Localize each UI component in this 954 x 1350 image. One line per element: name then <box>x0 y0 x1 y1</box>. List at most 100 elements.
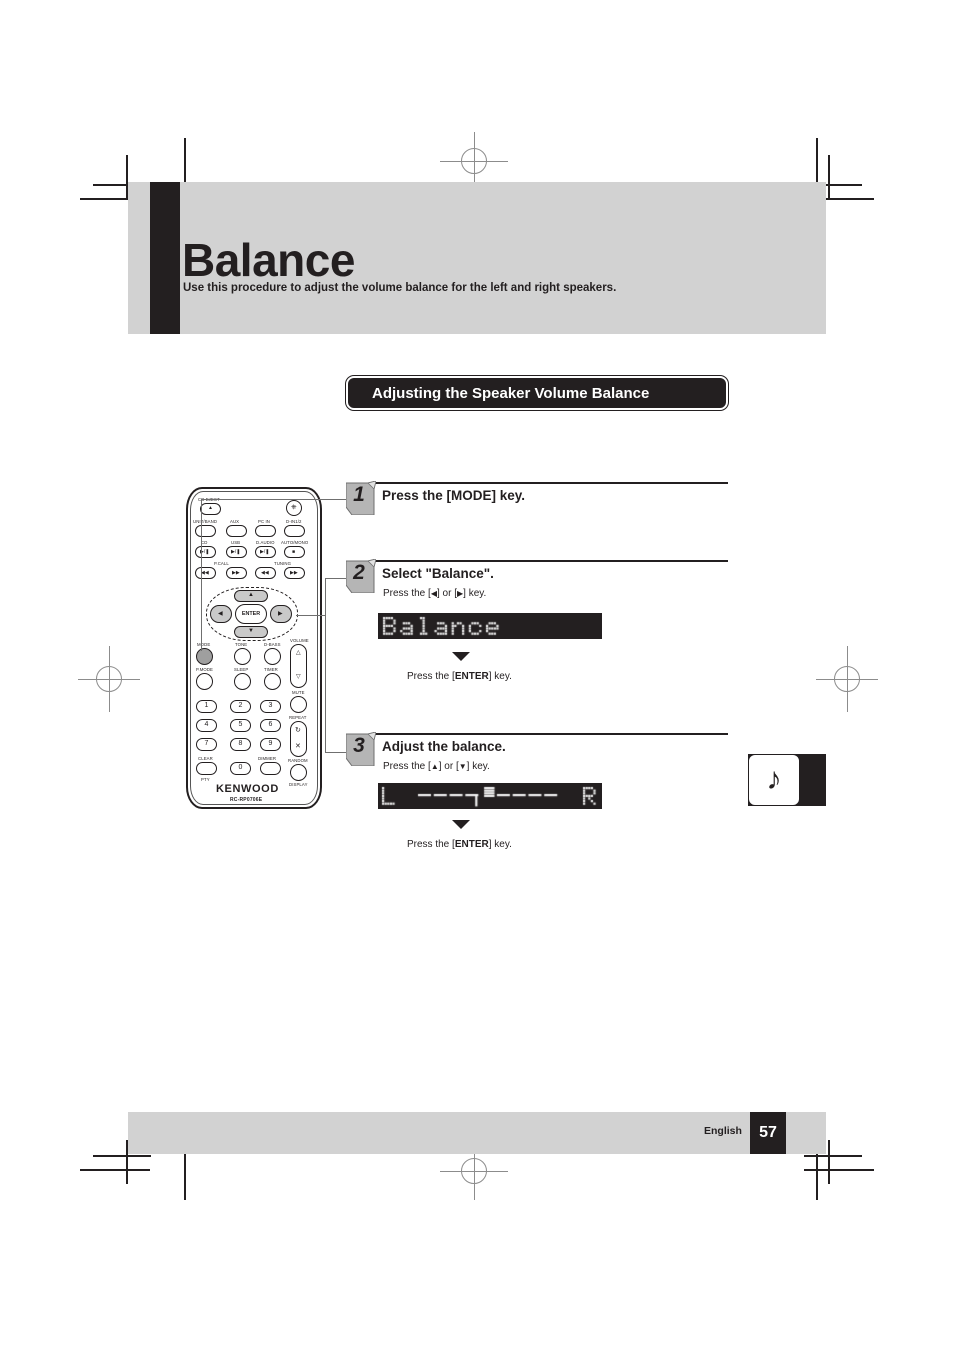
remote-key-9: 9 <box>268 740 273 747</box>
footer-language: English <box>704 1125 742 1137</box>
page-title: Balance <box>182 233 355 286</box>
crop-mark-bottom-right-h <box>804 1155 862 1157</box>
remote-label-dimmer: DIMMER <box>258 756 277 761</box>
footer-page-number: 57 <box>759 1124 777 1141</box>
remote-label-pc-in: PC IN <box>258 519 270 524</box>
remote-label-timer: TIMER <box>264 667 278 672</box>
step-3-instruction: Press the [▲] or [▼] key. <box>383 761 490 772</box>
crop-mark-bottom-right-v2 <box>828 1140 830 1184</box>
step-2-rule <box>374 560 728 562</box>
connector-mode-to-step1-v <box>201 499 203 651</box>
remote-button-pmode[interactable] <box>196 673 213 690</box>
remote-label-d-in: D-IN1/2 <box>286 519 302 524</box>
arrow-up-icon: ▲ <box>430 762 439 771</box>
arrow-right-icon: ▶ <box>278 611 283 617</box>
step-2-instruction-pre: Press the [ <box>383 588 431 599</box>
step-3-enter-note: Press the [ENTER] key. <box>407 839 512 850</box>
step-3-enter-post: ] key. <box>488 839 512 850</box>
remote-key-4: 4 <box>204 721 209 728</box>
remote-label-clear: CLEAR <box>198 756 213 761</box>
remote-button-mode[interactable] <box>196 648 213 665</box>
tune-down-icon: ◀◀ <box>261 570 269 576</box>
remote-label-auto-mono: AUTO/MONO <box>281 540 309 545</box>
remote-label-d-bass: D-BASS <box>264 642 281 647</box>
shuffle-icon: ✕ <box>295 743 301 750</box>
step-2-enter-note: Press the [ENTER] key. <box>407 671 512 682</box>
remote-button-mute[interactable] <box>290 696 307 713</box>
connector-pad-to-steps-h <box>296 615 326 617</box>
remote-key-1: 1 <box>204 702 209 709</box>
arrow-down-icon: ▼ <box>458 762 467 771</box>
step-3-badge: 3 <box>346 732 376 766</box>
step-2-number: 2 <box>353 561 365 584</box>
step-3-instruction-pre: Press the [ <box>383 761 431 772</box>
step-2-instruction-post: ] key. <box>463 588 487 599</box>
remote-button-d-bass[interactable] <box>264 648 281 665</box>
step-3-lcd-display <box>378 783 602 809</box>
remote-label-tuning: TUNING <box>274 561 292 566</box>
footer-page-box: 57 <box>750 1112 786 1154</box>
crop-mark-bottom-left-h2 <box>80 1169 150 1171</box>
play-pause-icon: ▶/❚ <box>260 549 270 555</box>
step-3-enter-key: ENTER <box>454 839 489 850</box>
remote-label-volume: VOLUME <box>290 638 309 643</box>
remote-key-6: 6 <box>268 721 273 728</box>
remote-label-pty: PTY <box>201 777 210 782</box>
step-1-rule <box>374 482 728 484</box>
remote-button-tone[interactable] <box>234 648 251 665</box>
remote-control-illustration: CD EJECT ▲ ⎈ UNIT/BAND AUX PC IN D-IN1/2… <box>186 487 322 809</box>
step-1-number: 1 <box>353 483 365 506</box>
step-3-number: 3 <box>353 734 365 757</box>
repeat-icon: ↻ <box>295 727 301 734</box>
remote-button-sleep[interactable] <box>234 673 251 690</box>
remote-label-mute: MUTE <box>292 690 305 695</box>
page-subtitle: Use this procedure to adjust the volume … <box>183 282 617 294</box>
step-2-down-arrow-icon <box>452 652 470 661</box>
step-2-enter-post: ] key. <box>488 671 512 682</box>
arrow-up-icon: ▲ <box>248 592 254 598</box>
connector-pad-branch-v <box>325 578 327 753</box>
arrow-left-icon: ◀ <box>218 611 223 617</box>
remote-label-mode: MODE <box>197 642 211 647</box>
header-accent-bar <box>150 182 180 334</box>
step-1-title: Press the [MODE] key. <box>382 488 526 503</box>
remote-button-dimmer[interactable] <box>260 762 281 775</box>
remote-button-timer[interactable] <box>264 673 281 690</box>
remote-button-unit-band[interactable] <box>195 525 216 537</box>
remote-button-enter[interactable]: ENTER <box>235 604 267 624</box>
step-2-instruction-mid: ] or [ <box>436 588 457 599</box>
step-2-instruction: Press the [◀] or [▶] key. <box>383 588 486 599</box>
remote-label-tone: TONE <box>235 642 248 647</box>
remote-button-clear[interactable] <box>196 762 217 775</box>
volume-up-icon: △ <box>296 650 301 656</box>
remote-key-0: 0 <box>238 764 243 771</box>
remote-label-pmode: P.MODE <box>196 667 213 672</box>
remote-button-pc-in[interactable] <box>255 525 276 537</box>
remote-label-unit-band: UNIT/BAND <box>193 519 218 524</box>
remote-model-number: RC-RP0706E <box>230 797 263 803</box>
section-title-pill: Adjusting the Speaker Volume Balance <box>346 376 728 410</box>
remote-button-display[interactable] <box>290 764 307 781</box>
step-2-lcd-display <box>378 613 602 639</box>
remote-key-2: 2 <box>238 702 243 709</box>
step-3-rule <box>374 733 728 735</box>
remote-label-p-call: P.CALL <box>214 561 229 566</box>
registration-mark-left <box>78 646 140 712</box>
step-3-down-arrow-icon <box>452 820 470 829</box>
step-3-instruction-mid: ] or [ <box>438 761 459 772</box>
remote-button-aux[interactable] <box>226 525 247 537</box>
remote-key-5: 5 <box>238 721 243 728</box>
remote-label-display: DISPLAY <box>289 782 308 787</box>
connector-mode-to-step1-h <box>201 499 353 501</box>
step-2-badge: 2 <box>346 559 376 593</box>
remote-key-3: 3 <box>268 702 273 709</box>
crop-mark-top-right-v2 <box>828 155 830 199</box>
remote-label-aux: AUX <box>230 519 240 524</box>
remote-button-d-in[interactable] <box>284 525 305 537</box>
step-3-enter-pre: Press the [ <box>407 839 455 850</box>
step-2-enter-pre: Press the [ <box>407 671 455 682</box>
remote-enter-label: ENTER <box>241 611 261 617</box>
crop-mark-bottom-right-h2 <box>804 1169 874 1171</box>
remote-label-random: RANDOM <box>288 758 308 763</box>
arrow-down-icon: ▼ <box>248 628 254 634</box>
